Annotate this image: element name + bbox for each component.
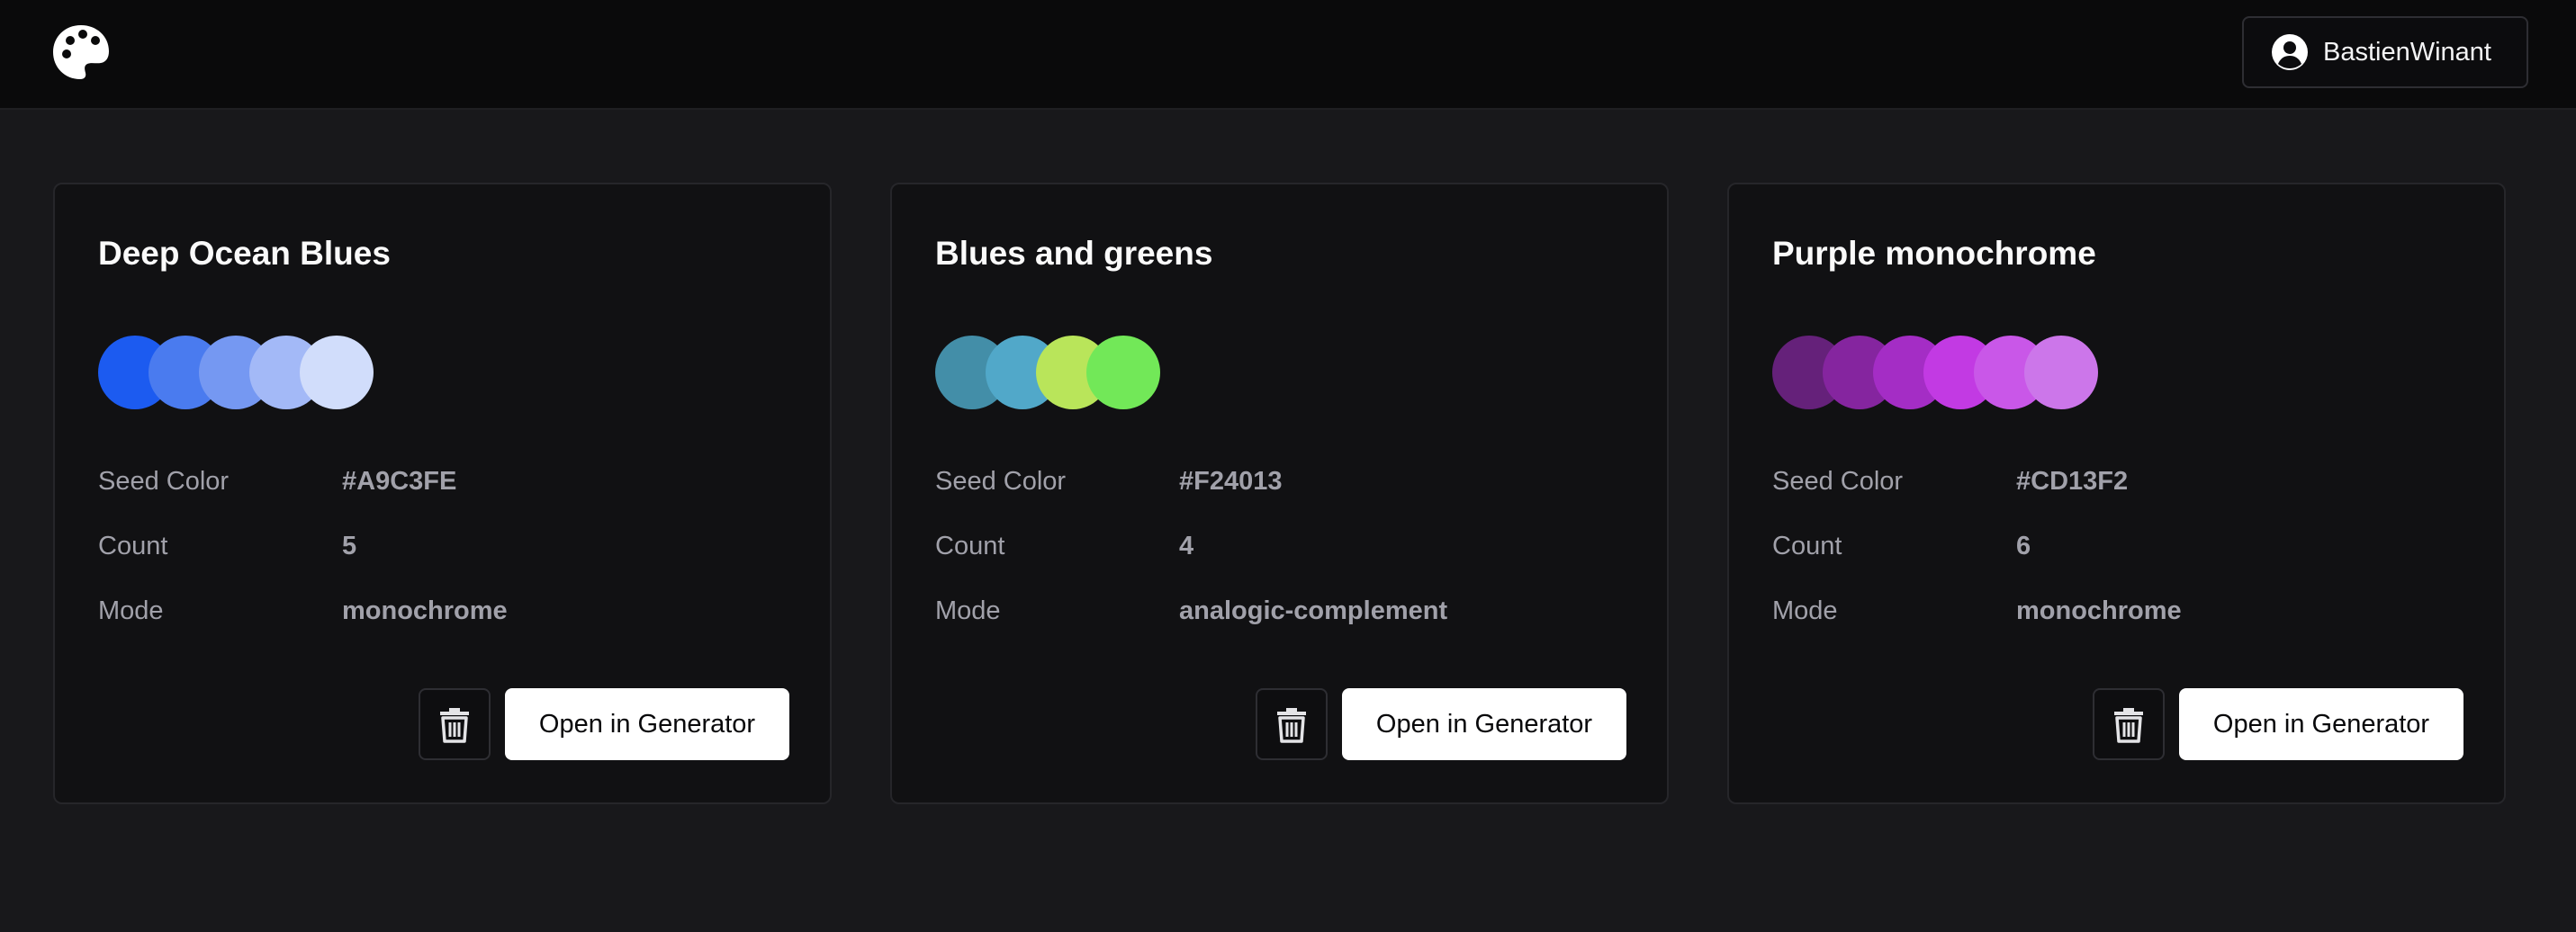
palette-title: Deep Ocean Blues	[98, 235, 391, 272]
user-menu-button[interactable]: BastienWinant	[2242, 16, 2528, 88]
seed-color-value: #F24013	[1179, 467, 1283, 496]
top-navigation-bar: BastienWinant	[0, 0, 2576, 110]
color-swatch	[1086, 336, 1160, 409]
mode-value: monochrome	[342, 596, 508, 625]
palette-card: Purple monochrome Seed Color #CD13F2 Cou…	[1727, 183, 2506, 804]
palette-title: Blues and greens	[935, 235, 1213, 272]
delete-palette-button[interactable]	[419, 688, 491, 760]
mode-value: analogic-complement	[1179, 596, 1448, 625]
palette-card: Deep Ocean Blues Seed Color #A9C3FE Coun…	[53, 183, 832, 804]
color-swatch	[300, 336, 374, 409]
palette-card: Blues and greens Seed Color #F24013 Coun…	[890, 183, 1669, 804]
mode-label: Mode	[935, 596, 1001, 625]
count-value: 4	[1179, 532, 1194, 560]
seed-color-label: Seed Color	[1772, 467, 1904, 496]
delete-palette-button[interactable]	[1256, 688, 1328, 760]
count-value: 5	[342, 532, 357, 560]
trash-icon	[440, 708, 469, 743]
username-label: BastienWinant	[2323, 37, 2491, 67]
mode-label: Mode	[1772, 596, 1838, 625]
seed-color-value: #A9C3FE	[342, 467, 457, 496]
seed-color-label: Seed Color	[935, 467, 1067, 496]
count-label: Count	[935, 532, 1005, 560]
open-in-generator-button[interactable]: Open in Generator	[2179, 688, 2463, 760]
trash-icon	[2114, 708, 2143, 743]
palette-icon[interactable]	[50, 22, 112, 83]
trash-icon	[1277, 708, 1306, 743]
seed-color-label: Seed Color	[98, 467, 230, 496]
count-value: 6	[2016, 532, 2031, 560]
seed-color-value: #CD13F2	[2016, 467, 2129, 496]
open-in-generator-button[interactable]: Open in Generator	[505, 688, 789, 760]
mode-value: monochrome	[2016, 596, 2182, 625]
count-label: Count	[1772, 532, 1842, 560]
count-label: Count	[98, 532, 168, 560]
user-circle-icon	[2272, 34, 2308, 70]
palette-title: Purple monochrome	[1772, 235, 2096, 272]
delete-palette-button[interactable]	[2093, 688, 2165, 760]
color-swatch	[2024, 336, 2098, 409]
open-in-generator-button[interactable]: Open in Generator	[1342, 688, 1626, 760]
mode-label: Mode	[98, 596, 164, 625]
